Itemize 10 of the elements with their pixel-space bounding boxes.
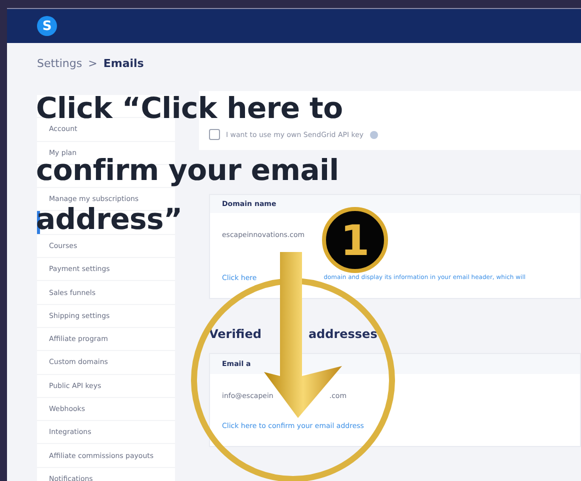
breadcrumb-current: Emails (103, 57, 144, 70)
section-heading: addresses (308, 327, 378, 341)
section-heading: Verified (209, 327, 262, 341)
app-logo[interactable]: S (37, 16, 57, 36)
breadcrumb-separator: > (88, 57, 98, 70)
breadcrumb-link[interactable]: Settings (37, 57, 82, 70)
checkbox[interactable] (209, 129, 220, 140)
instruction-text: confirm your email (36, 155, 339, 185)
instruction-text: Click “Click here to (36, 93, 343, 123)
info-icon[interactable] (370, 130, 378, 138)
